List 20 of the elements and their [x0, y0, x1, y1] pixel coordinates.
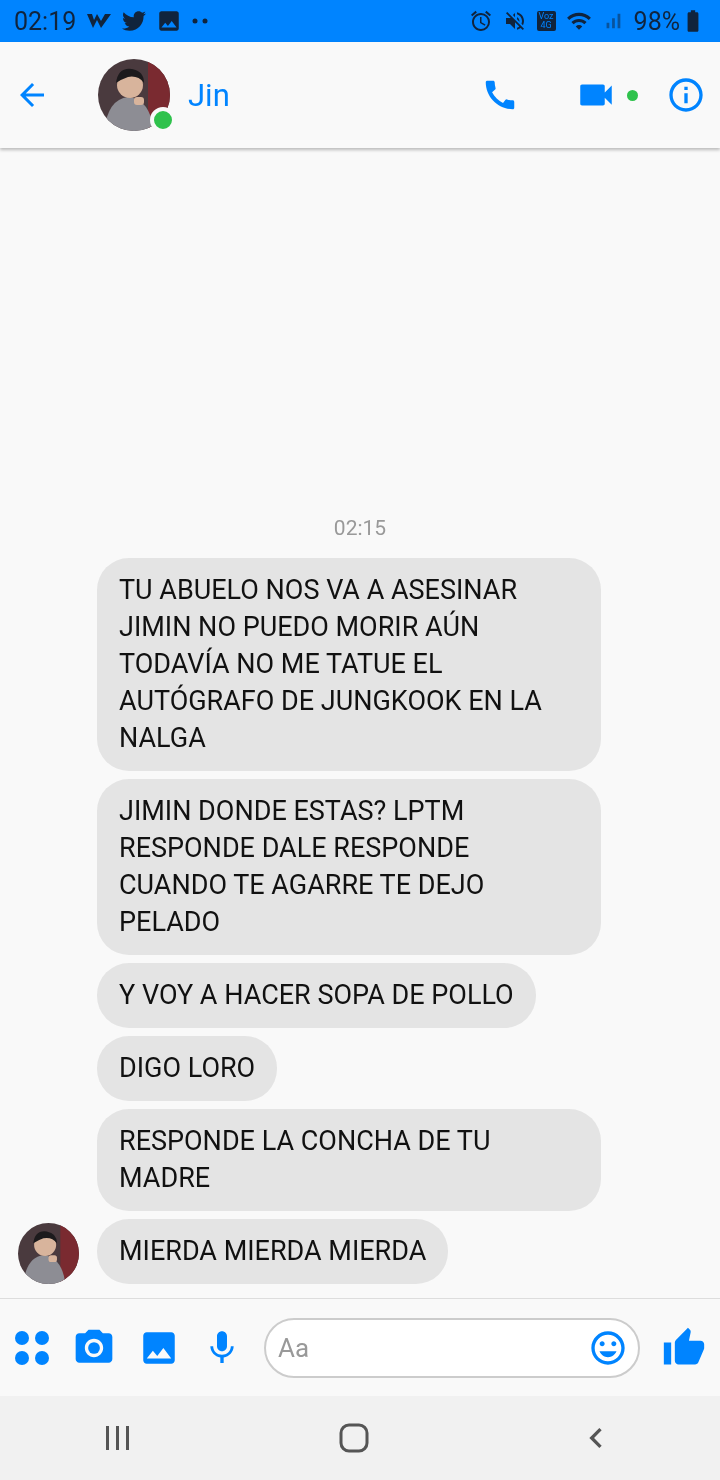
- status-time: 02:19: [14, 6, 77, 36]
- message-bubble: RESPONDE LA CONCHA DE TU MADRE: [97, 1109, 601, 1211]
- more-dots-icon: [192, 18, 209, 24]
- battery-percent: 98%: [633, 6, 680, 36]
- recent-apps-button[interactable]: [103, 1425, 132, 1451]
- alarm-icon: [468, 9, 493, 33]
- message-bubble: MIERDA MIERDA MIERDA: [97, 1219, 449, 1284]
- bird-icon: [122, 9, 147, 33]
- contact-name[interactable]: Jin: [188, 76, 481, 114]
- home-button[interactable]: [339, 1423, 369, 1453]
- info-button[interactable]: [666, 75, 706, 115]
- message-bubble: Y VOY A HACER SOPA DE POLLO: [97, 963, 536, 1028]
- network-badge: Voz 4G: [536, 11, 556, 31]
- message-timestamp: 02:15: [333, 516, 387, 540]
- message-bubble: TU ABUELO NOS VA A ASESINAR JIMIN NO PUEDO MORIR AÚN TODAVÍA NO ME TATUE EL AUTÓGRAFO DE JUNGKOOK EN LA NALGA: [97, 558, 601, 771]
- message-bubble: DIGO LORO: [97, 1036, 278, 1101]
- message-input[interactable]: Aa: [276, 1331, 588, 1364]
- message-field[interactable]: Aa: [264, 1317, 640, 1378]
- four-dots-icon[interactable]: [14, 1329, 50, 1366]
- message-bubble: JIMIN DONDE ESTAS? LPTM RESPONDE DALE RESPONDE CUANDO TE AGARRE TE DEJO PELADO: [97, 779, 601, 955]
